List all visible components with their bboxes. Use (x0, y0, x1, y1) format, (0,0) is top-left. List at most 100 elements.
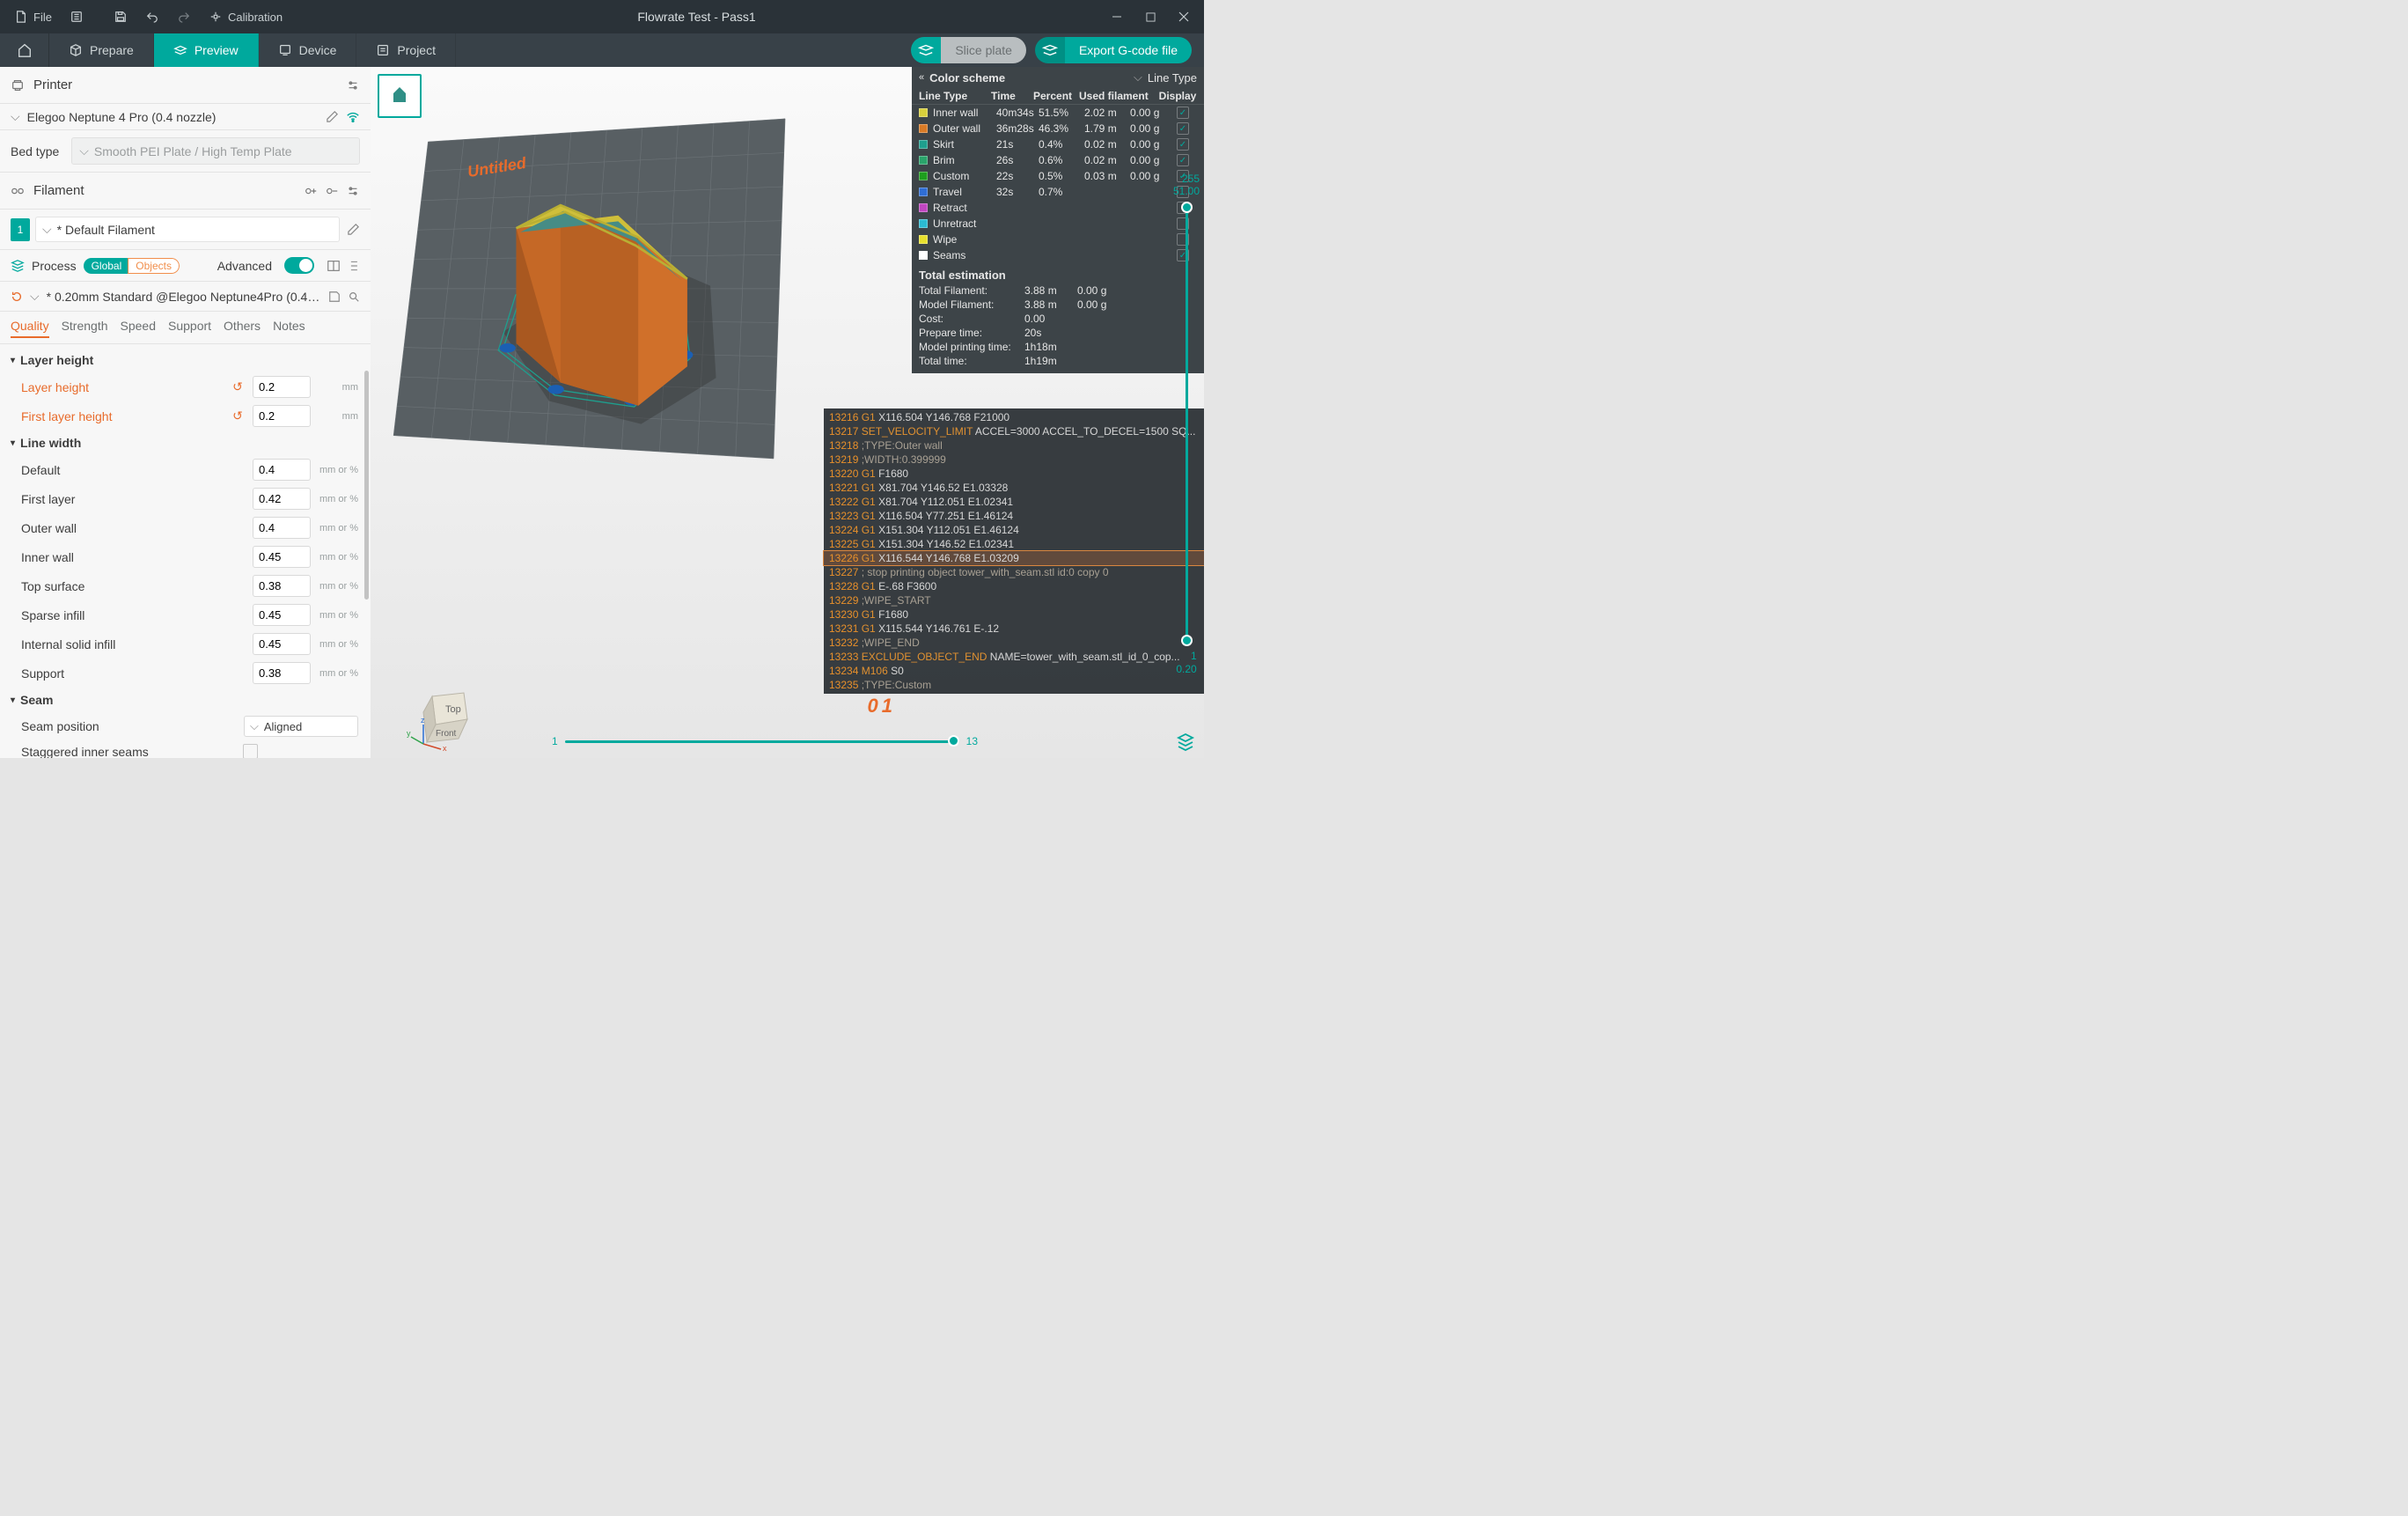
gcode-line[interactable]: 13217 SET_VELOCITY_LIMIT ACCEL=3000 ACCE… (824, 424, 1204, 438)
gcode-line[interactable]: 13231 G1 X115.544 Y146.761 E-.12 (824, 622, 1204, 636)
gcode-line[interactable]: 13233 EXCLUDE_OBJECT_END NAME=tower_with… (824, 650, 1204, 664)
top-surface-width-input[interactable] (253, 575, 311, 597)
printer-settings-icon[interactable] (346, 78, 360, 92)
category-line-width[interactable]: ▾Line width (4, 431, 365, 455)
edit-icon[interactable] (326, 110, 339, 123)
first-layer-height-input[interactable] (253, 405, 311, 427)
line-type-row[interactable]: Inner wall 40m34s 51.5% 2.02 m 0.00 g ✓ (912, 105, 1204, 121)
file-menu[interactable]: File (5, 5, 61, 28)
display-checkbox[interactable]: ✓ (1177, 154, 1189, 166)
save-button[interactable] (105, 5, 136, 28)
maximize-button[interactable] (1135, 4, 1165, 30)
gcode-panel[interactable]: 13216 G1 X116.504 Y146.768 F2100013217 S… (824, 408, 1204, 694)
calibration-button[interactable]: Calibration (200, 5, 291, 28)
vertical-slider[interactable]: 25551.00 10.20 (1174, 173, 1199, 679)
line-type-row[interactable]: Skirt 21s 0.4% 0.02 m 0.00 g ✓ (912, 136, 1204, 152)
reset-icon[interactable]: ↺ (230, 408, 246, 423)
scheme-selector[interactable]: Line Type (1148, 71, 1197, 85)
axis-cube[interactable]: Top Front z x y (404, 681, 483, 751)
gcode-line[interactable]: 13220 G1 F1680 (824, 467, 1204, 481)
advanced-toggle[interactable] (284, 257, 314, 274)
list-button[interactable] (61, 5, 92, 28)
add-filament-icon[interactable] (304, 184, 318, 198)
seam-position-selector[interactable]: ⌵Aligned (244, 716, 358, 737)
tab-support[interactable]: Support (168, 319, 211, 338)
minimize-button[interactable] (1102, 4, 1132, 30)
line-type-row[interactable]: Retract (912, 200, 1204, 216)
gcode-line[interactable]: 13230 G1 F1680 (824, 607, 1204, 622)
tab-project[interactable]: Project (356, 33, 456, 67)
category-layer-height[interactable]: ▾Layer height (4, 348, 365, 372)
support-width-input[interactable] (253, 662, 311, 684)
remove-filament-icon[interactable] (325, 184, 339, 198)
display-checkbox[interactable]: ✓ (1177, 107, 1189, 119)
display-checkbox[interactable]: ✓ (1177, 138, 1189, 151)
line-type-row[interactable]: Unretract (912, 216, 1204, 232)
reset-icon[interactable] (11, 291, 23, 303)
vslider-knob-top[interactable] (1181, 202, 1193, 213)
gcode-line[interactable]: 13227 ; stop printing object tower_with_… (824, 565, 1204, 579)
default-width-input[interactable] (253, 459, 311, 481)
filament-number[interactable]: 1 (11, 218, 30, 241)
settings-list[interactable]: ▾Layer height Layer height↺mm First laye… (0, 344, 371, 758)
display-checkbox[interactable]: ✓ (1177, 122, 1189, 135)
layer-height-input[interactable] (253, 376, 311, 398)
printer-selector[interactable]: ⌵ Elegoo Neptune 4 Pro (0.4 nozzle) (0, 104, 371, 130)
gcode-line[interactable]: 13218 ;TYPE:Outer wall (824, 438, 1204, 453)
gcode-line[interactable]: 13225 G1 X151.304 Y146.52 E1.02341 (824, 537, 1204, 551)
gcode-line[interactable]: 13226 G1 X116.544 Y146.768 E1.03209 (824, 551, 1204, 565)
preset-selector[interactable]: * 0.20mm Standard @Elegoo Neptune4Pro (0… (47, 290, 321, 304)
process-settings-icon[interactable] (348, 260, 360, 272)
gcode-line[interactable]: 13223 G1 X116.504 Y77.251 E1.46124 (824, 509, 1204, 523)
sparse-infill-width-input[interactable] (253, 604, 311, 626)
slice-button[interactable]: Slice plate (911, 37, 1026, 63)
tab-strength[interactable]: Strength (62, 319, 108, 338)
scrollbar[interactable] (364, 371, 369, 600)
filament-selector[interactable]: ⌵ * Default Filament (35, 217, 340, 242)
vslider-knob-bottom[interactable] (1181, 635, 1193, 646)
line-type-row[interactable]: Custom 22s 0.5% 0.03 m 0.00 g ✓ (912, 168, 1204, 184)
staggered-seams-checkbox[interactable] (243, 744, 258, 758)
save-preset-icon[interactable] (328, 291, 341, 303)
undo-button[interactable] (136, 5, 168, 28)
edit-filament-icon[interactable] (347, 223, 360, 236)
slider-knob[interactable] (948, 735, 959, 747)
gcode-line[interactable]: 13235 ;TYPE:Custom (824, 678, 1204, 692)
tab-speed[interactable]: Speed (121, 319, 156, 338)
filament-settings-icon[interactable] (346, 184, 360, 198)
gcode-line[interactable]: 13219 ;WIDTH:0.399999 (824, 453, 1204, 467)
layers-icon[interactable] (1176, 732, 1195, 751)
tab-notes[interactable]: Notes (273, 319, 305, 338)
gcode-line[interactable]: 13224 G1 X151.304 Y112.051 E1.46124 (824, 523, 1204, 537)
home-button[interactable] (0, 33, 49, 67)
gcode-line[interactable]: 13222 G1 X81.704 Y112.051 E1.02341 (824, 495, 1204, 509)
gcode-line[interactable]: 13229 ;WIPE_START (824, 593, 1204, 607)
line-type-row[interactable]: Brim 26s 0.6% 0.02 m 0.00 g ✓ (912, 152, 1204, 168)
outer-wall-width-input[interactable] (253, 517, 311, 539)
tab-others[interactable]: Others (224, 319, 261, 338)
global-objects-toggle[interactable]: Global Objects (84, 258, 180, 274)
gcode-line[interactable]: 13228 G1 E-.68 F3600 (824, 579, 1204, 593)
inner-wall-width-input[interactable] (253, 546, 311, 568)
gcode-line[interactable]: 13221 G1 X81.704 Y146.52 E1.03328 (824, 481, 1204, 495)
search-preset-icon[interactable] (348, 291, 360, 303)
gcode-line[interactable]: 13234 M106 S0 (824, 664, 1204, 678)
bed-type-selector[interactable]: ⌵ Smooth PEI Plate / High Temp Plate (71, 137, 360, 165)
redo-button[interactable] (168, 5, 200, 28)
tab-device[interactable]: Device (259, 33, 357, 67)
internal-solid-infill-width-input[interactable] (253, 633, 311, 655)
line-type-row[interactable]: Seams ✓ (912, 247, 1204, 263)
export-button[interactable]: Export G-code file (1035, 37, 1192, 63)
first-layer-width-input[interactable] (253, 488, 311, 510)
wifi-icon[interactable] (346, 110, 360, 124)
collapse-icon[interactable]: « (919, 72, 924, 83)
line-type-row[interactable]: Outer wall 36m28s 46.3% 1.79 m 0.00 g ✓ (912, 121, 1204, 136)
reset-icon[interactable]: ↺ (230, 379, 246, 394)
close-button[interactable] (1169, 4, 1199, 30)
compare-icon[interactable] (327, 259, 341, 273)
gcode-line[interactable]: 13216 G1 X116.504 Y146.768 F21000 (824, 410, 1204, 424)
category-seam[interactable]: ▾Seam (4, 688, 365, 712)
line-type-row[interactable]: Travel 32s 0.7% (912, 184, 1204, 200)
gcode-line[interactable]: 13232 ;WIPE_END (824, 636, 1204, 650)
tab-prepare[interactable]: Prepare (49, 33, 154, 67)
